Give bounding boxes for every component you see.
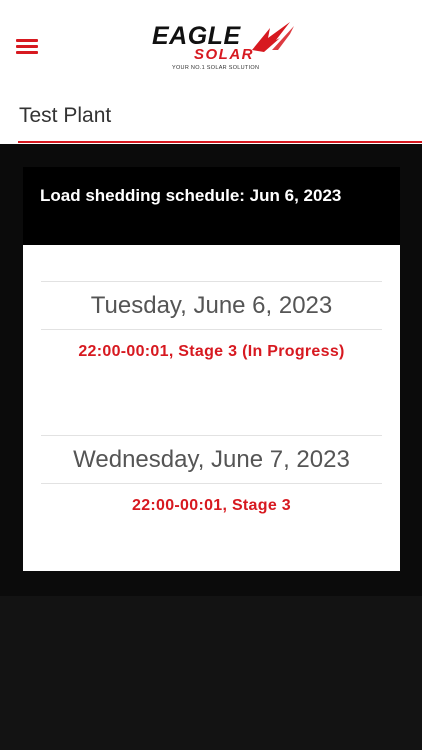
lower-background <box>0 596 422 750</box>
divider <box>41 329 382 330</box>
day-date: Wednesday, June 7, 2023 <box>73 446 350 473</box>
divider <box>41 483 382 484</box>
menu-line <box>16 39 38 42</box>
logo-brand-line2: SOLAR <box>194 46 254 63</box>
day-date: Tuesday, June 6, 2023 <box>90 292 333 319</box>
load-shedding-card: Load shedding schedule: Jun 6, 2023 Tues… <box>23 167 400 571</box>
card-header: Load shedding schedule: Jun 6, 2023 <box>23 167 400 245</box>
day-slot: 22:00-00:01, Stage 3 <box>132 497 291 514</box>
plant-underline <box>18 141 422 143</box>
card-title: Load shedding schedule: Jun 6, 2023 <box>40 186 342 205</box>
logo-tagline: YOUR NO.1 SOLAR SOLUTION <box>172 65 260 71</box>
menu-line <box>16 45 38 48</box>
schedule-day: Wednesday, June 7, 2023 22:00-00:01, Sta… <box>41 435 382 515</box>
plant-selector[interactable]: Test Plant <box>0 90 422 144</box>
eagle-solar-logo: EAGLE SOLAR YOUR NO.1 SOLAR SOLUTION <box>150 20 298 76</box>
plant-name: Test Plant <box>19 104 112 127</box>
menu-line <box>16 51 38 54</box>
logo-swoosh-icon <box>252 22 294 52</box>
hamburger-menu-icon[interactable] <box>16 37 38 55</box>
day-slot: 22:00-00:01, Stage 3 (In Progress) <box>78 343 345 360</box>
schedule-day: Tuesday, June 6, 2023 22:00-00:01, Stage… <box>41 281 382 361</box>
top-app-bar: EAGLE SOLAR YOUR NO.1 SOLAR SOLUTION <box>0 0 422 90</box>
